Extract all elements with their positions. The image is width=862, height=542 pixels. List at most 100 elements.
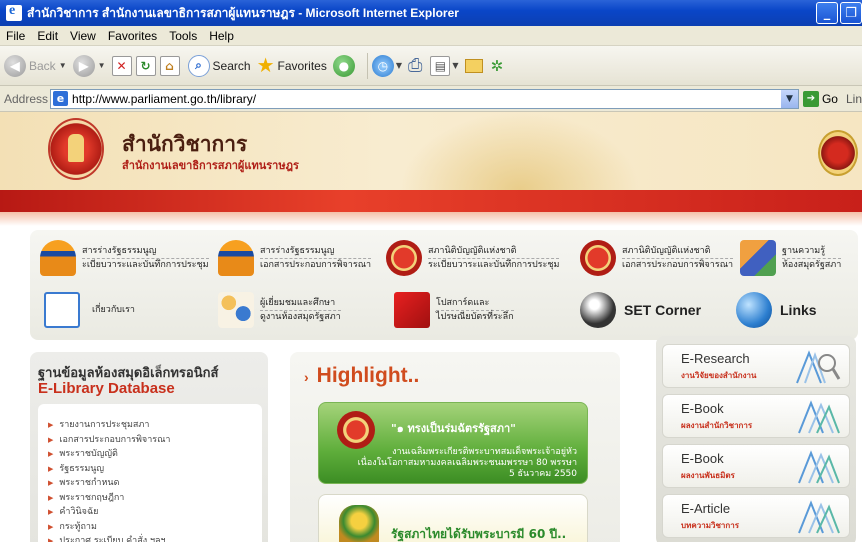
- site-header: สำนักวิชาการ สำนักงานเลขาธิการสภาผู้แทนร…: [0, 112, 862, 190]
- history-icon[interactable]: ◷: [371, 54, 394, 77]
- nav-label-3: สภานิติบัญญัติแห่งชาติ: [428, 245, 517, 256]
- print-icon[interactable]: ⎙: [408, 55, 422, 76]
- forward-button[interactable]: ▶ ▼: [72, 54, 106, 77]
- e-article-sublabel: บทความวิชาการ: [681, 521, 740, 530]
- restore-button[interactable]: ❐: [840, 2, 862, 24]
- history-dropdown-icon[interactable]: ▼: [396, 61, 402, 70]
- highlight-banner-60-years[interactable]: รัฐสภาไทยได้รับพระบารมี 60 ปี..: [318, 494, 588, 542]
- e-book-academic-link[interactable]: E-Book ผลงานสำนักวิชาการ: [662, 394, 850, 438]
- org-chart-icon: [44, 292, 80, 328]
- e-book-partner-link[interactable]: E-Book ผลงานพันธมิตร: [662, 444, 850, 488]
- nav-item-postcards[interactable]: โปสการ์ดและ ไปรษณียบัตรที่ระลึก: [394, 288, 514, 332]
- home-icon[interactable]: ⌂: [159, 55, 180, 76]
- parliament-seal-logo[interactable]: [48, 118, 104, 180]
- folder-icon[interactable]: [464, 58, 483, 73]
- nav-sublabel-1: ะเบียบวาระและบันทึกการประชุม: [82, 257, 209, 270]
- bullet-arrow-icon: ▶: [48, 464, 54, 473]
- e-resources-column: E-Research งานวิจัยของสำนักงาน E-Book ผล…: [656, 336, 856, 542]
- nav-sublabel-8: ไปรษณียบัตรที่ระลึก: [436, 309, 514, 322]
- nav-item-knowledge-base[interactable]: ฐานความรู้ ห้องสมุดรัฐสภา: [740, 236, 842, 280]
- list-item[interactable]: ▶ คำวินิจฉัย: [48, 505, 262, 520]
- nav-label-5: ฐานความรู้: [782, 245, 826, 256]
- menu-tools[interactable]: Tools: [163, 29, 203, 43]
- back-dropdown-icon[interactable]: ▼: [59, 61, 67, 70]
- bullet-arrow-icon: ▶: [48, 522, 54, 531]
- bullet-arrow-icon: ▶: [48, 493, 54, 502]
- podium-icon: [218, 240, 254, 276]
- nav-panel: สารร่างรัฐธรรมนูญ ะเบียบวาระและบันทึกการป…: [30, 230, 858, 340]
- e-article-link[interactable]: E-Article บทความวิชาการ: [662, 494, 850, 538]
- highlight-arrow-icon: ›: [304, 369, 309, 385]
- go-label: Go: [821, 91, 838, 106]
- nav-item-about-us[interactable]: เกี่ยวกับเรา: [44, 288, 135, 332]
- forward-dropdown-icon[interactable]: ▼: [98, 61, 106, 70]
- e-book-label: E-Book: [681, 451, 724, 466]
- edit-icon[interactable]: ▤: [430, 55, 451, 76]
- e-book-label: E-Book: [681, 401, 724, 416]
- window-controls: _ ❐: [816, 2, 862, 24]
- edit-dropdown-icon[interactable]: ▼: [452, 61, 458, 70]
- forward-arrow-icon: ▶: [72, 54, 95, 77]
- list-item[interactable]: ▶ กระทู้ถาม: [48, 520, 262, 535]
- highlight-title: Highlight..: [316, 364, 420, 387]
- nav-sublabel-4: เอกสารประกอบการพิจารณา: [622, 257, 734, 270]
- search-button[interactable]: ⌕ Search: [187, 54, 251, 77]
- highlight-panel: › Highlight.. "๑ ทรงเป็นร่มฉัตรรัฐสภา" งา…: [290, 352, 620, 542]
- nav-item-draft-constitution-minutes[interactable]: สารร่างรัฐธรรมนูญ ะเบียบวาระและบันทึกการป…: [40, 236, 209, 280]
- go-button[interactable]: ➔ Go: [802, 90, 838, 107]
- e-book-sublabel: ผลงานพันธมิตร: [681, 471, 735, 480]
- stop-icon[interactable]: ✕: [111, 55, 132, 76]
- nav-item-draft-constitution-docs[interactable]: สารร่างรัฐธรรมนูญ เอกสารประกอบการพิจารณา: [218, 236, 372, 280]
- address-dropdown-icon[interactable]: ▼: [780, 89, 798, 108]
- url-input[interactable]: [72, 91, 773, 106]
- window-titlebar: สำนักวิชาการ สำนักงานเลขาธิการสภาผู้แทนร…: [0, 0, 862, 26]
- magnifier-book-icon: [796, 350, 841, 384]
- header-red-band: [0, 190, 862, 212]
- menu-favorites[interactable]: Favorites: [102, 29, 163, 43]
- globe-icon: [736, 292, 772, 328]
- e-research-link[interactable]: E-Research งานวิจัยของสำนักงาน: [662, 344, 850, 388]
- book-icon: [798, 500, 840, 534]
- highlight-banner-king[interactable]: "๑ ทรงเป็นร่มฉัตรรัฐสภา" งานเฉลิมพระเกีย…: [318, 402, 588, 484]
- nav-item-visitors[interactable]: ผู้เยี่ยมชมและศึกษา ดูงานห้องสมุดรัฐสภา: [218, 288, 341, 332]
- address-field[interactable]: e ▼: [50, 88, 799, 109]
- menu-file[interactable]: File: [0, 29, 31, 43]
- menu-help[interactable]: Help: [203, 29, 240, 43]
- minimize-button[interactable]: _: [816, 2, 838, 24]
- e-article-label: E-Article: [681, 501, 731, 516]
- favorites-star-icon: ★: [256, 55, 275, 77]
- back-arrow-icon: ◀: [4, 54, 26, 77]
- media-icon[interactable]: ●: [332, 54, 355, 77]
- list-item[interactable]: ▶ พระราชบัญญัติ: [48, 447, 262, 462]
- banner-headline: "๑ ทรงเป็นร่มฉัตรรัฐสภา": [391, 422, 516, 435]
- list-item[interactable]: ▶ ประกาศ ระเบียบ คำสั่ง ฯลฯ: [48, 534, 262, 542]
- nav-item-nla-docs[interactable]: สภานิติบัญญัติแห่งชาติ เอกสารประกอบการพิจ…: [580, 236, 734, 280]
- nav-label-1: สารร่างรัฐธรรมนูญ: [82, 245, 157, 256]
- nav-item-nla-minutes[interactable]: สภานิติบัญญัติแห่งชาติ ระเบียบวาระและบันท…: [386, 236, 560, 280]
- nav-item-links[interactable]: Links: [736, 288, 817, 332]
- list-item[interactable]: ▶ พระราชกฤษฎีกา: [48, 491, 262, 506]
- royal-emblem-logo: [818, 130, 858, 176]
- book-icon: [798, 400, 840, 434]
- favorites-button[interactable]: ★ Favorites: [257, 53, 327, 78]
- menu-edit[interactable]: Edit: [31, 29, 64, 43]
- set-corner-icon: [580, 292, 616, 328]
- e-research-sublabel: งานวิจัยของสำนักงาน: [681, 371, 757, 380]
- nav-item-set-corner[interactable]: SET Corner: [580, 288, 701, 332]
- links-toolbar-label[interactable]: Lin: [846, 92, 862, 106]
- nav-label-set-corner: SET Corner: [624, 302, 702, 318]
- list-item[interactable]: ▶ เอกสารประกอบการพิจารณา: [48, 433, 262, 448]
- list-item[interactable]: ▶ รัฐธรรมนูญ: [48, 462, 262, 477]
- menu-view[interactable]: View: [64, 29, 102, 43]
- search-icon: ⌕: [187, 54, 210, 77]
- browser-toolbar: ◀ Back ▼ ▶ ▼ ✕ ↻ ⌂ ⌕ Search ★ Favorites …: [0, 46, 862, 86]
- nav-label-links: Links: [780, 302, 817, 318]
- search-label: Search: [212, 58, 251, 73]
- list-item[interactable]: ▶ พระราชกำหนด: [48, 476, 262, 491]
- toolbar-separator: [366, 52, 368, 79]
- back-button[interactable]: ◀ Back ▼: [4, 54, 67, 77]
- refresh-icon[interactable]: ↻: [135, 55, 156, 76]
- list-item[interactable]: ▶ รายงานการประชุมสภา: [48, 418, 262, 433]
- messenger-icon[interactable]: ✲: [491, 57, 504, 75]
- e-book-sublabel: ผลงานสำนักวิชาการ: [681, 421, 753, 430]
